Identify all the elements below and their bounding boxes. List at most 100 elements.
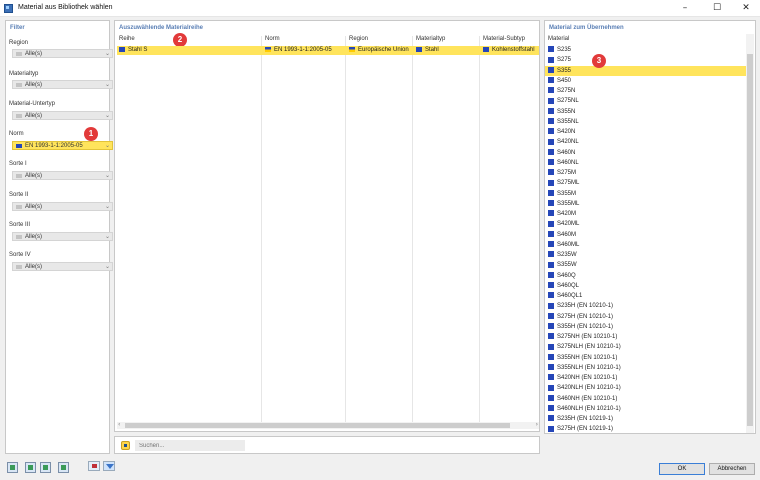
material-label: S275 <box>557 57 572 64</box>
library-icon[interactable] <box>58 462 69 473</box>
norm-select[interactable]: EN 1993-1-1:2005-05 ⌄ <box>12 141 113 150</box>
cancel-button[interactable]: Abbrechen <box>709 463 755 475</box>
material-list-item[interactable]: S355NL <box>545 117 747 127</box>
material-list-item[interactable]: S275NL <box>545 96 747 106</box>
sorte-2-select[interactable]: Alle(s) ⌄ <box>12 202 113 211</box>
chevron-down-icon: ⌄ <box>104 263 110 270</box>
scrollbar-thumb[interactable] <box>747 54 753 426</box>
ok-button[interactable]: OK <box>659 463 705 475</box>
material-label: S275N <box>557 88 576 94</box>
material-list-item[interactable]: S235W <box>545 250 747 260</box>
material-list-item[interactable]: S275 <box>545 55 747 65</box>
material-list-item[interactable]: S355NH (EN 10210-1) <box>545 353 747 363</box>
info-icon[interactable] <box>7 462 18 473</box>
material-list-item[interactable]: S460Q <box>545 271 747 281</box>
table-row[interactable]: Stahl S EN 1993-1-1:2005-05 Europäische … <box>117 46 539 55</box>
material-list-item[interactable]: S355H (EN 10210-1) <box>545 322 747 332</box>
filter-label-sorte-3: Sorte III <box>9 222 31 228</box>
chevron-down-icon: ⌄ <box>104 81 110 88</box>
material-list-item[interactable]: S460M <box>545 230 747 240</box>
material-icon <box>548 189 554 196</box>
material-list-item[interactable]: S355NLH (EN 10210-1) <box>545 363 747 373</box>
col-header-subtyp[interactable]: Material-Subtyp <box>483 36 525 45</box>
col-header-reihe[interactable]: Reihe <box>119 36 135 45</box>
material-list-item[interactable]: S275H (EN 10210-1) <box>545 312 747 322</box>
material-icon <box>548 97 554 104</box>
col-header-material[interactable]: Material <box>548 36 569 42</box>
add-material-icon[interactable] <box>25 462 36 473</box>
material-label: S420NH (EN 10210-1) <box>557 375 618 381</box>
material-list-item[interactable]: S460QL <box>545 281 747 291</box>
material-list-item[interactable]: S420M <box>545 209 747 219</box>
material-list-item[interactable]: S460QL1 <box>545 291 747 301</box>
maximize-button[interactable]: ☐ <box>703 0 731 17</box>
material-list-item[interactable]: S460ML <box>545 240 747 250</box>
materialtyp-select[interactable]: Alle(s) ⌄ <box>12 80 113 89</box>
material-list-item[interactable]: S355M <box>545 189 747 199</box>
material-list-item[interactable]: S460N <box>545 148 747 158</box>
scroll-left-icon[interactable]: ‹ <box>118 421 120 428</box>
material-list-item[interactable]: S275M <box>545 168 747 178</box>
material-label: S235W <box>557 252 577 258</box>
chevron-down-icon: ⌄ <box>104 50 110 57</box>
material-icon <box>548 353 554 360</box>
material-label: S460Q <box>557 272 576 279</box>
material-list-item[interactable]: S460NL <box>545 158 747 168</box>
scrollbar-thumb[interactable] <box>125 423 510 428</box>
material-list-item[interactable]: S355ML <box>545 199 747 209</box>
material-list-item[interactable]: S420NL <box>545 137 747 147</box>
vertical-scrollbar[interactable] <box>746 34 754 433</box>
column-divider <box>479 36 480 423</box>
material-label: S275M <box>557 170 577 176</box>
edit-material-icon[interactable] <box>40 462 51 473</box>
minimize-button[interactable]: – <box>671 0 699 17</box>
sorte-3-select[interactable]: Alle(s) ⌄ <box>12 232 113 241</box>
material-list-item[interactable]: S420NH (EN 10210-1) <box>545 373 747 383</box>
horizontal-scrollbar[interactable]: ‹ › <box>117 421 539 429</box>
untertyp-select[interactable]: Alle(s) ⌄ <box>12 111 113 120</box>
material-icon <box>548 77 554 84</box>
close-button[interactable]: ✕ <box>732 0 760 17</box>
material-icon <box>548 343 554 350</box>
material-list-item[interactable]: S450 <box>545 76 747 86</box>
sorte-4-select[interactable]: Alle(s) ⌄ <box>12 262 113 271</box>
material-list-item[interactable]: S420N <box>545 127 747 137</box>
col-header-region[interactable]: Region <box>349 36 368 45</box>
search-input[interactable] <box>135 440 245 451</box>
material-list-item[interactable]: S420ML <box>545 219 747 229</box>
material-icon <box>548 425 554 432</box>
material-list-item[interactable]: S275ML <box>545 178 747 188</box>
region-select[interactable]: Alle(s) ⌄ <box>12 49 113 58</box>
material-list-item[interactable]: S235H (EN 10219-1) <box>545 414 747 424</box>
material-label: S460N <box>557 149 576 156</box>
material-icon <box>548 282 554 289</box>
material-list-item[interactable]: S355 <box>545 65 747 76</box>
material-list-item[interactable]: S420NLH (EN 10210-1) <box>545 383 747 393</box>
material-list-item[interactable]: S235H (EN 10210-1) <box>545 301 747 311</box>
badge-1: 1 <box>84 127 98 141</box>
material-list-item[interactable]: S275NH (EN 10210-1) <box>545 332 747 342</box>
material-icon <box>548 200 554 207</box>
material-label: S275ML <box>557 180 580 187</box>
material-list-item[interactable]: S460NH (EN 10210-1) <box>545 394 747 404</box>
scroll-right-icon[interactable]: › <box>536 421 538 428</box>
material-list-item[interactable]: S275H (EN 10219-1) <box>545 424 747 434</box>
material-icon <box>548 179 554 186</box>
material-list-item[interactable]: S275NLH (EN 10210-1) <box>545 342 747 352</box>
material-label: S275NH (EN 10210-1) <box>557 334 618 340</box>
material-list-item[interactable]: S355N <box>545 107 747 117</box>
material-list-item[interactable]: S235 <box>545 45 747 55</box>
sorte-1-select[interactable]: Alle(s) ⌄ <box>12 171 113 180</box>
col-header-norm[interactable]: Norm <box>265 36 280 45</box>
material-icon <box>548 241 554 248</box>
material-list-item[interactable]: S275N <box>545 86 747 96</box>
chevron-down-icon: ⌄ <box>104 203 110 210</box>
material-icon <box>548 118 554 125</box>
col-header-materialtyp[interactable]: Materialtyp <box>416 36 445 45</box>
material-list-item[interactable]: S460NLH (EN 10210-1) <box>545 404 747 414</box>
bottom-bar: OK Abbrechen <box>0 458 760 480</box>
filter-label-sorte-4: Sorte IV <box>9 252 31 258</box>
material-label: S460QL1 <box>557 293 583 299</box>
material-list-item[interactable]: S355W <box>545 260 747 270</box>
material-icon <box>548 312 554 319</box>
